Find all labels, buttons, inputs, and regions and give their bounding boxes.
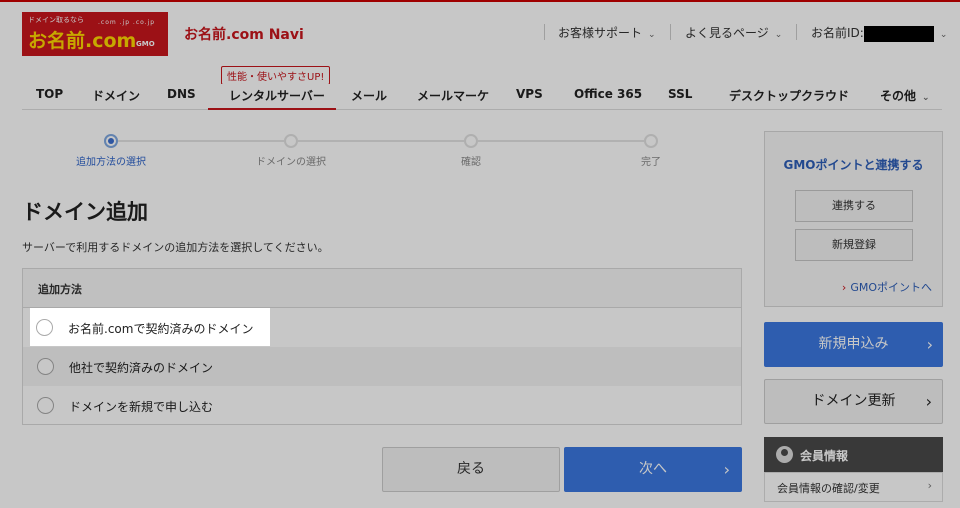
nav-mail-marketing[interactable]: メールマーケ: [417, 87, 489, 104]
stepper-line: [118, 140, 284, 142]
step-label: 確認: [461, 157, 481, 168]
header-divider: [796, 24, 797, 40]
domain-renewal-label: ドメイン更新: [811, 393, 896, 409]
nav-vps[interactable]: VPS: [516, 87, 543, 101]
gmo-point-link-label: GMOポイントへ: [850, 281, 932, 294]
main-nav: TOP ドメイン DNS レンタルサーバー メール メールマーケ VPS Off…: [22, 84, 942, 111]
back-button[interactable]: 戻る: [382, 447, 560, 492]
step-dot-active: [104, 134, 118, 148]
member-info-link[interactable]: 会員情報の確認/変更 ›: [764, 472, 943, 502]
radio-button[interactable]: [36, 319, 53, 336]
nav-mail[interactable]: メール: [351, 87, 387, 104]
step-dot: [464, 134, 478, 148]
faq-menu[interactable]: よく見るページ ⌄: [685, 24, 782, 41]
account-id-label: お名前ID:: [811, 26, 864, 40]
navi-title: お名前.com Navi: [184, 27, 304, 43]
nav-other[interactable]: その他 ⌄: [880, 87, 930, 104]
step-label: 完了: [641, 157, 661, 168]
step-label: 追加方法の選択: [76, 157, 146, 168]
nav-office365[interactable]: Office 365: [574, 87, 642, 101]
logo-text: お名前.com: [28, 30, 137, 52]
chevron-right-icon: ›: [926, 335, 933, 354]
account-menu[interactable]: お名前ID: ⌄: [811, 24, 947, 42]
option-label: 他社で契約済みのドメイン: [69, 361, 214, 375]
chevron-down-icon: ⌄: [648, 30, 656, 40]
next-button-label: 次へ: [639, 461, 667, 477]
register-gmo-button[interactable]: 新規登録: [795, 229, 913, 261]
support-menu-label: お客様サポート: [558, 26, 643, 40]
next-button[interactable]: 次へ ›: [564, 447, 742, 492]
logo-tagline: ドメイン取るなら: [28, 16, 84, 24]
gmo-point-panel: GMOポイントと連携する 連携する 新規登録 › GMOポイントへ: [764, 131, 943, 307]
option-label: お名前.comで契約済みのドメイン: [68, 322, 254, 336]
nav-other-label: その他: [880, 89, 917, 103]
chevron-right-icon: ›: [925, 392, 932, 411]
method-header-label: 追加方法: [38, 283, 82, 296]
method-table-header: 追加方法: [23, 269, 741, 308]
option-row-new-domain[interactable]: ドメインを新規で申し込む: [23, 386, 741, 425]
stepper-line: [478, 140, 644, 142]
faq-menu-label: よく見るページ: [685, 26, 769, 40]
method-table: 追加方法 お名前.comで契約済みのドメイン 他社で契約済みのドメイン ドメイン…: [22, 268, 742, 425]
chevron-right-icon: ›: [723, 460, 730, 479]
support-menu[interactable]: お客様サポート ⌄: [558, 24, 656, 41]
chevron-down-icon: ⌄: [774, 30, 783, 40]
stepper-line: [298, 140, 464, 142]
option-label: ドメインを新規で申し込む: [69, 400, 214, 414]
page-title: ドメイン追加: [22, 200, 148, 224]
nav-domain[interactable]: ドメイン: [92, 87, 140, 104]
member-info-header: 会員情報: [764, 437, 943, 472]
member-info-link-label: 会員情報の確認/変更: [777, 482, 880, 495]
step-label: ドメインの選択: [256, 157, 326, 168]
nav-desktop-cloud[interactable]: デスクトップクラウド: [729, 87, 849, 104]
nav-rental-server[interactable]: レンタルサーバー: [229, 87, 325, 104]
member-info-title: 会員情報: [800, 449, 849, 463]
step-dot: [284, 134, 298, 148]
chevron-right-icon: ›: [927, 479, 932, 492]
chevron-down-icon: ⌄: [939, 30, 948, 40]
gmo-point-link[interactable]: › GMOポイントへ: [842, 279, 932, 295]
option-row-other-registrar[interactable]: 他社で契約済みのドメイン: [23, 347, 741, 386]
step-dot: [644, 134, 658, 148]
nav-dns[interactable]: DNS: [167, 87, 196, 101]
nav-top[interactable]: TOP: [36, 87, 63, 101]
chevron-right-icon: ›: [841, 281, 847, 294]
link-gmo-button[interactable]: 連携する: [795, 190, 913, 222]
logo-tlds: .com .jp .co.jp: [98, 19, 156, 26]
account-id-redacted: [863, 25, 934, 42]
user-icon: [776, 446, 793, 463]
nav-promo-badge: 性能・使いやすさUP!: [221, 66, 331, 85]
new-application-label: 新規申込み: [818, 336, 889, 352]
logo-gmo: GMO: [136, 40, 155, 48]
header-divider: [670, 24, 671, 40]
header-divider: [544, 24, 545, 40]
nav-ssl[interactable]: SSL: [668, 87, 692, 101]
new-application-button[interactable]: 新規申込み ›: [764, 322, 943, 367]
onamae-logo[interactable]: ドメイン取るなら .com .jp .co.jp お名前.com GMO: [22, 12, 168, 56]
highlighted-option-onamae[interactable]: お名前.comで契約済みのドメイン: [30, 308, 270, 346]
chevron-down-icon: ⌄: [922, 93, 930, 103]
domain-renewal-button[interactable]: ドメイン更新 ›: [764, 379, 943, 424]
radio-button[interactable]: [37, 358, 54, 375]
page-description: サーバーで利用するドメインの追加方法を選択してください。: [22, 241, 329, 254]
gmo-point-title: GMOポイントと連携する: [783, 158, 924, 172]
site-header: ドメイン取るなら .com .jp .co.jp お名前.com GMO お名前…: [0, 2, 960, 58]
radio-button[interactable]: [37, 397, 54, 414]
